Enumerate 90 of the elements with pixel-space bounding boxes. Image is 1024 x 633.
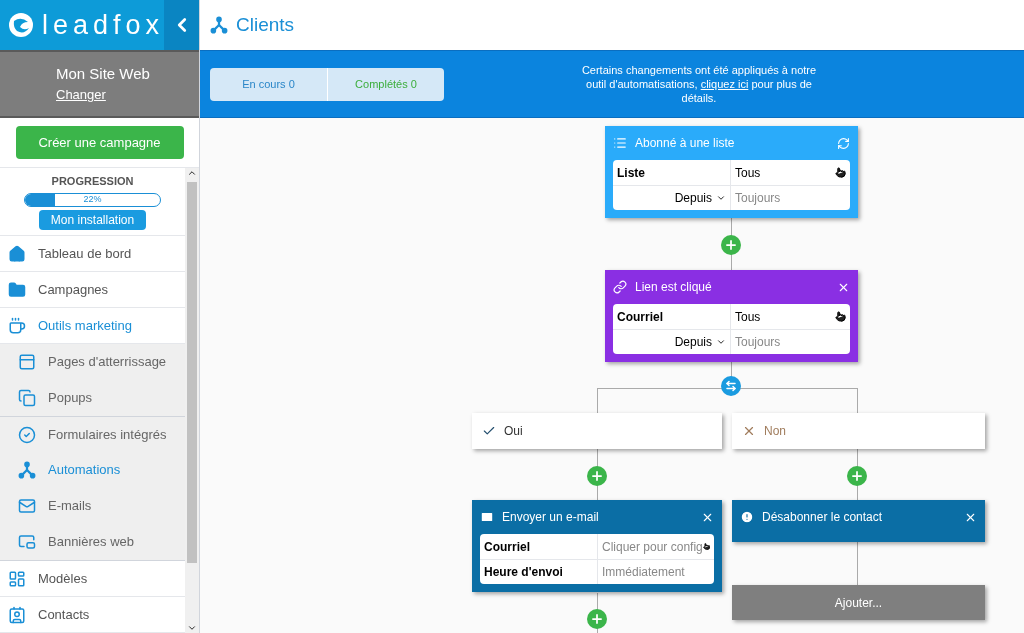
step-title: Désabonner le contact (762, 509, 884, 526)
check-icon (482, 424, 496, 438)
field-label[interactable]: Depuis (674, 333, 712, 351)
nav-label: Campagnes (38, 280, 109, 299)
nav-label: Outils marketing (38, 316, 132, 335)
add-step-block[interactable]: Ajouter... (732, 585, 985, 620)
status-tab[interactable]: En cours 0 (210, 67, 327, 101)
add-step-button[interactable] (721, 235, 741, 255)
plus-icon (590, 469, 604, 483)
add-step-button[interactable] (847, 466, 867, 486)
plus-icon (724, 238, 738, 252)
stacked-windows-icon (18, 389, 36, 407)
cup-icon (8, 316, 26, 335)
check-circle-icon (18, 425, 36, 444)
submenu-label: Pages d'atterrissage (48, 353, 167, 372)
banner-icon (18, 533, 36, 551)
alert-icon (740, 510, 754, 524)
branch-card[interactable]: Non (732, 413, 985, 449)
hand-pointer-icon[interactable] (702, 541, 710, 552)
page-icon (18, 353, 36, 371)
submenu-label: Automations (48, 461, 121, 480)
progress-reading: 22% (82, 193, 103, 206)
nav-label: Contacts (38, 605, 90, 624)
automation-icon (210, 16, 228, 34)
field-value[interactable]: Immédiatement (602, 563, 710, 581)
hand-pointer-icon[interactable] (835, 167, 846, 178)
site-name: Mon Site Web (56, 64, 150, 84)
swap-button[interactable] (721, 376, 741, 396)
branch-label: Oui (504, 423, 523, 440)
step-card[interactable]: Désabonner le contact (732, 500, 985, 542)
cross-icon (742, 424, 756, 438)
step-card[interactable]: Lien est cliqué Courriel Tous Depuis Toujours (605, 270, 858, 362)
submenu-label: E-mails (48, 497, 92, 516)
fox-logo-icon (8, 12, 34, 38)
collapse-button[interactable] (164, 0, 199, 50)
field-label: Liste (617, 164, 645, 182)
nav-label: Tableau de bord (38, 244, 132, 263)
submenu-item[interactable]: Popups (0, 380, 185, 416)
setup-button[interactable]: Mon installation (38, 209, 147, 230)
field-label: Courriel (484, 538, 530, 556)
submenu-item[interactable]: E-mails (0, 488, 185, 524)
add-step-button[interactable] (587, 609, 607, 629)
submenu-label: Formulaires intégrés (48, 425, 167, 444)
plus-icon (850, 469, 864, 483)
refresh-icon[interactable] (837, 136, 850, 150)
layout-icon (8, 569, 26, 588)
link-icon (613, 280, 627, 294)
contact-card-icon (8, 605, 26, 624)
hand-pointer-icon[interactable] (835, 311, 846, 322)
submenu-label: Popups (48, 389, 93, 408)
nav-label: Modèles (38, 569, 88, 588)
field-label: Courriel (617, 308, 663, 326)
chevron-down-icon (716, 337, 726, 347)
field-value[interactable]: Toujours (735, 333, 846, 351)
nav-item[interactable]: Campagnes (0, 272, 185, 308)
home-icon (8, 244, 26, 263)
progress-title: PROGRESSION (51, 174, 134, 190)
submenu-item[interactable]: Automations (0, 452, 185, 488)
scrollbar[interactable] (185, 168, 199, 633)
list-icon (613, 136, 627, 150)
branch-card[interactable]: Oui (472, 413, 722, 449)
field-value[interactable]: Toujours (735, 189, 846, 207)
page-title: Clients (236, 12, 295, 37)
scroll-down-icon (187, 623, 197, 633)
field-value[interactable]: Tous (735, 307, 835, 326)
swap-arrows-icon (725, 380, 737, 392)
nav-item[interactable]: Tableau de bord (0, 236, 185, 272)
notice-text: Certains changements ont été appliqués à notre outil d'automatisations, cliquez ici pour plus de détails. (580, 63, 818, 105)
submenu-item[interactable]: Bannières web (0, 524, 185, 560)
field-value[interactable]: Cliquer pour config (602, 537, 703, 556)
automation-icon (18, 461, 36, 479)
step-title: Lien est cliqué (635, 279, 713, 296)
step-card[interactable]: Envoyer un e-mail Courriel Cliquer pour config Heure d'envoi Immédiatement (472, 500, 722, 592)
field-label[interactable]: Depuis (674, 189, 712, 207)
details-link[interactable]: cliquez ici (700, 78, 749, 90)
branch-label: Non (764, 423, 786, 440)
plus-icon (590, 612, 604, 626)
scroll-up-icon (187, 168, 197, 178)
chevron-down-icon (716, 193, 726, 203)
step-title: Envoyer un e-mail (502, 509, 600, 526)
field-value[interactable]: Tous (735, 163, 835, 182)
field-label: Heure d'envoi (484, 564, 563, 581)
change-site-link[interactable]: Changer (56, 87, 106, 104)
logo-wordmark: leadfox (42, 11, 165, 39)
folder-icon (8, 280, 26, 299)
step-card[interactable]: Abonné à une liste Liste Tous Depuis Toujours (605, 126, 858, 218)
add-step-button[interactable] (587, 466, 607, 486)
step-title: Abonné à une liste (635, 135, 736, 152)
submenu-item[interactable]: Pages d'atterrissage (0, 344, 185, 380)
submenu-label: Bannières web (48, 533, 134, 552)
